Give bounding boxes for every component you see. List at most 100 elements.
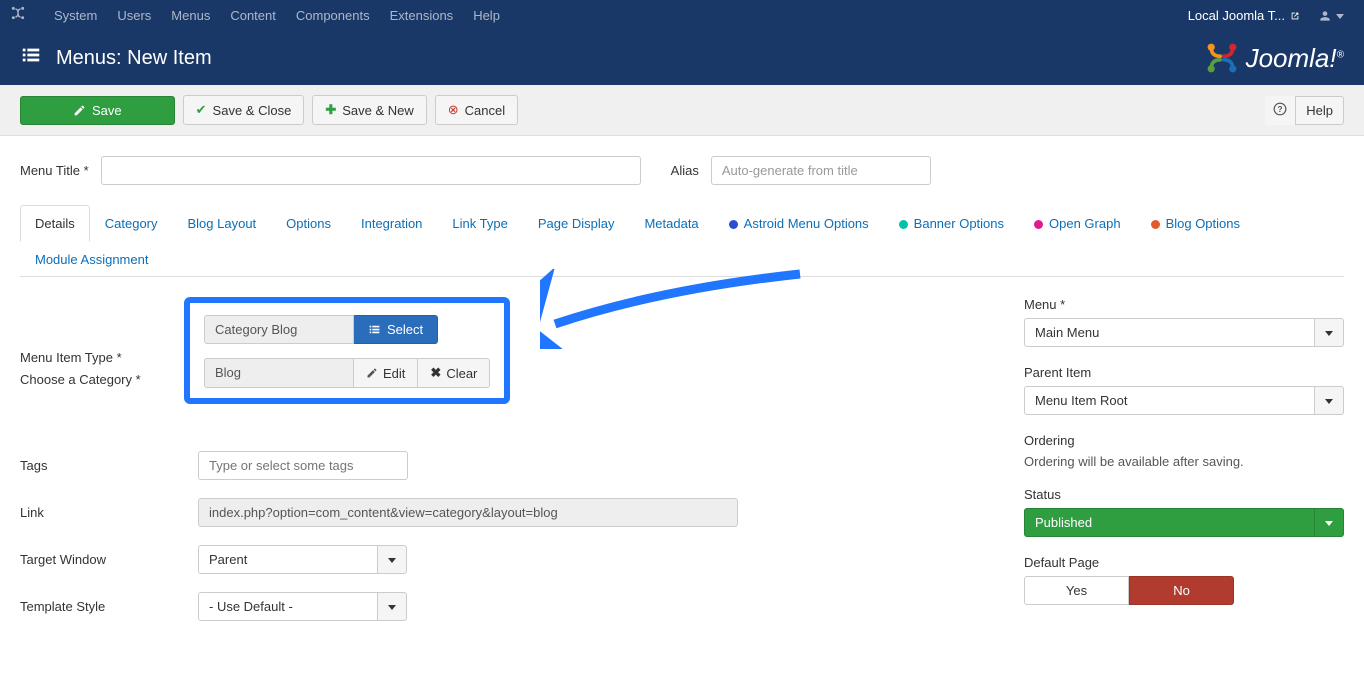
user-icon [1318,9,1332,23]
cancel-button[interactable]: ⊗ Cancel [435,95,518,125]
save-new-button[interactable]: ✚ Save & New [312,95,426,125]
save-button[interactable]: Save [20,96,175,125]
menu-select-value: Main Menu [1024,318,1315,347]
link-value: index.php?option=com_content&view=catego… [198,498,738,527]
joomla-brand-text: Joomla!® [1246,43,1344,74]
template-style-label: Template Style [20,599,198,614]
external-link-icon [1290,11,1300,21]
tags-label: Tags [20,458,198,473]
save-label: Save [92,103,122,118]
tab-options[interactable]: Options [271,205,346,242]
pencil-icon [366,367,378,379]
tab-page-display[interactable]: Page Display [523,205,630,242]
status-select[interactable]: Published [1024,508,1344,537]
details-side-column: Menu * Main Menu Parent Item Menu Item R… [1024,297,1344,639]
topnav-content[interactable]: Content [220,8,286,23]
cancel-icon: ⊗ [448,102,459,118]
tab-banner-label: Banner Options [914,216,1004,231]
title-alias-row: Menu Title * Alias [20,156,1344,185]
tab-opengraph-label: Open Graph [1049,216,1121,231]
tab-link-type[interactable]: Link Type [437,205,522,242]
tab-module-assignment[interactable]: Module Assignment [20,241,163,277]
link-label: Link [20,505,198,520]
menu-select[interactable]: Main Menu [1024,318,1344,347]
alias-input[interactable] [711,156,931,185]
template-style-select[interactable]: - Use Default - [198,592,407,621]
menu-item-type-value: Category Blog [204,315,354,344]
svg-text:?: ? [1278,104,1283,113]
template-style-value: - Use Default - [198,592,378,621]
tab-blog-options-label: Blog Options [1166,216,1240,231]
ordering-note: Ordering will be available after saving. [1024,454,1344,469]
tab-details[interactable]: Details [20,205,90,242]
details-main-column: Menu Item Type * Category Blog Select [20,297,984,639]
chevron-down-icon [1315,508,1344,537]
save-new-label: Save & New [342,103,414,118]
tab-blog-layout[interactable]: Blog Layout [173,205,272,242]
joomla-logo-icon [1204,40,1240,76]
apply-icon [73,104,86,117]
topnav-help[interactable]: Help [463,8,510,23]
topnav-components[interactable]: Components [286,8,380,23]
clear-label: Clear [446,366,477,381]
default-yes-option[interactable]: Yes [1024,576,1129,605]
main-content: Menu Title * Alias Details Category Blog… [0,136,1364,679]
menu-item-type-label: Menu Item Type * [20,350,198,365]
cancel-label: Cancel [465,103,505,118]
highlight-annotation: Category Blog Select Blog [184,297,510,404]
edit-category-button[interactable]: Edit [354,358,418,388]
clear-category-button[interactable]: ✖ Clear [418,358,490,388]
topnav-users[interactable]: Users [107,8,161,23]
help-icon-button[interactable]: ? [1265,96,1295,125]
tab-banner[interactable]: Banner Options [884,205,1019,242]
ordering-label: Ordering [1024,433,1344,448]
page-header: Menus: New Item Joomla!® [0,31,1364,85]
tab-blog-options[interactable]: Blog Options [1136,205,1255,242]
chevron-down-icon [1315,318,1344,347]
plus-icon: ✚ [325,102,336,118]
save-close-label: Save & Close [213,103,292,118]
tab-details-panel: Menu Item Type * Category Blog Select [20,277,1344,639]
parent-item-select[interactable]: Menu Item Root [1024,386,1344,415]
target-window-select[interactable]: Parent [198,545,407,574]
chevron-down-icon [1315,386,1344,415]
dot-icon [1151,220,1160,229]
user-menu-dropdown[interactable] [1308,8,1354,23]
category-value: Blog [204,358,354,388]
topnav-system[interactable]: System [44,8,107,23]
dot-icon [729,220,738,229]
topnav-extensions[interactable]: Extensions [380,8,464,23]
help-button[interactable]: Help [1295,96,1344,125]
tags-input-wrapper[interactable] [198,451,408,480]
default-page-label: Default Page [1024,555,1344,570]
menu-select-label: Menu * [1024,297,1344,312]
default-no-option[interactable]: No [1129,576,1234,605]
tab-opengraph[interactable]: Open Graph [1019,205,1136,242]
topnav-menus[interactable]: Menus [161,8,220,23]
chevron-down-icon [1336,8,1344,23]
edit-label: Edit [383,366,405,381]
tab-metadata[interactable]: Metadata [629,205,713,242]
tab-integration[interactable]: Integration [346,205,437,242]
action-toolbar: Save ✔ Save & Close ✚ Save & New ⊗ Cance… [0,85,1364,136]
list-icon [20,44,42,72]
menu-title-input[interactable] [101,156,641,185]
site-frontend-link[interactable]: Local Joomla T... [1180,8,1308,23]
joomla-icon [10,5,26,26]
select-type-button[interactable]: Select [354,315,438,344]
status-label: Status [1024,487,1344,502]
tab-category[interactable]: Category [90,205,173,242]
target-window-value: Parent [198,545,378,574]
status-value: Published [1024,508,1315,537]
dot-icon [1034,220,1043,229]
admin-topnav: System Users Menus Content Components Ex… [0,0,1364,31]
question-icon: ? [1273,102,1287,116]
default-page-toggle[interactable]: Yes No [1024,576,1234,605]
menu-title-label: Menu Title * [20,163,89,178]
site-name-text: Local Joomla T... [1188,8,1285,23]
alias-label: Alias [671,163,699,178]
chevron-down-icon [378,545,407,574]
tags-input[interactable] [205,454,401,477]
tab-astroid[interactable]: Astroid Menu Options [714,205,884,242]
save-close-button[interactable]: ✔ Save & Close [183,95,305,125]
